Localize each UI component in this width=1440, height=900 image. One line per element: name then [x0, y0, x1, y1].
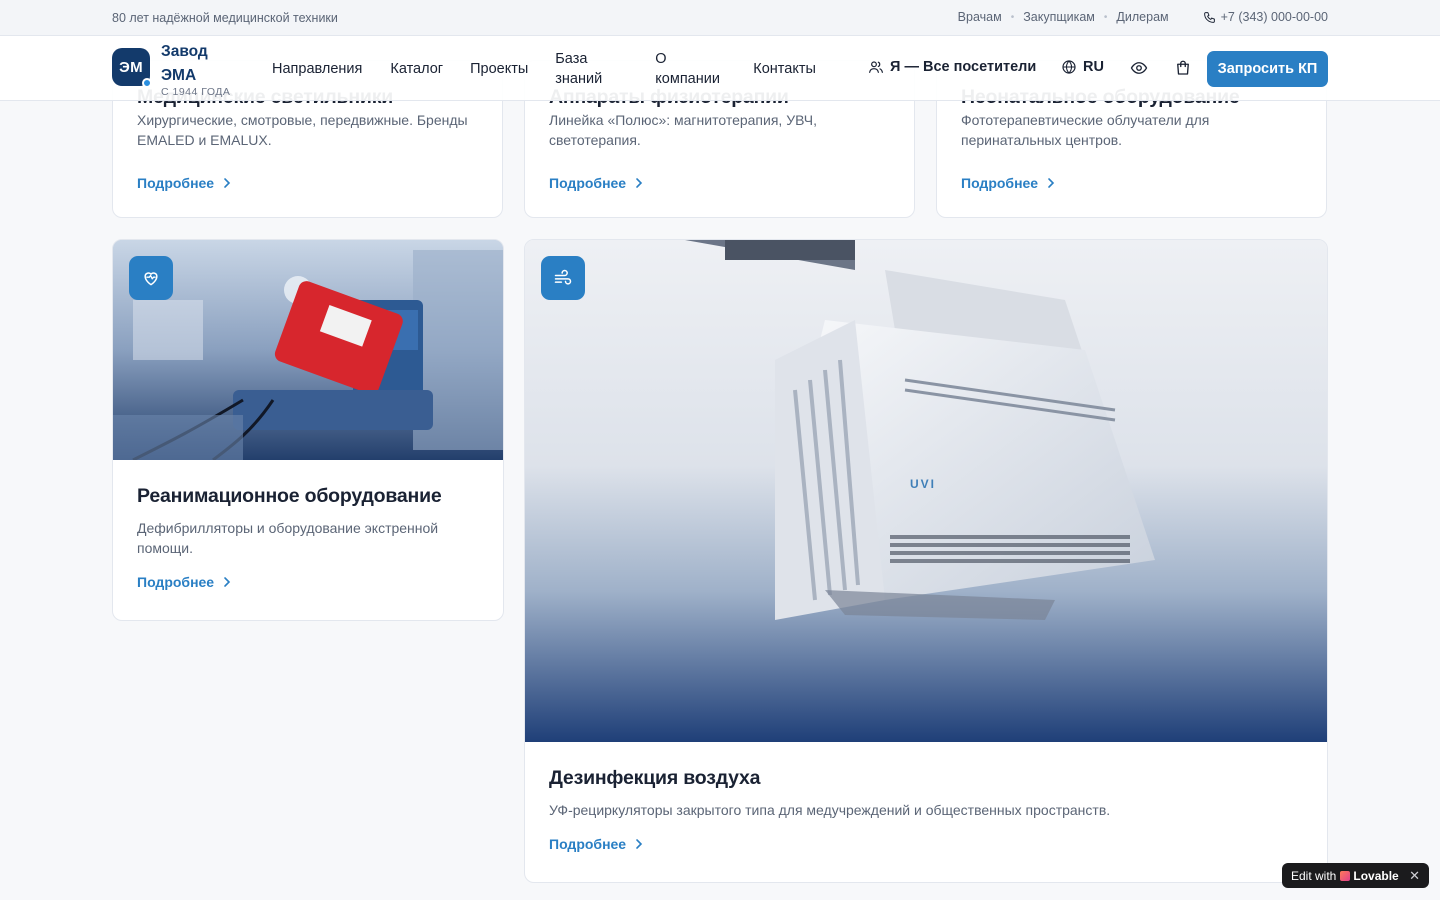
- card-description: УФ-рециркуляторы закрытого типа для меду…: [549, 802, 1111, 818]
- close-icon[interactable]: ✕: [1409, 868, 1420, 884]
- card-title: Дезинфекция воздуха: [549, 767, 761, 789]
- uv-recirculator-image: UVI: [525, 240, 1327, 742]
- nav-projects[interactable]: Проекты: [470, 59, 528, 79]
- wind-icon-badge: [541, 256, 585, 300]
- card-description: Дефибрилляторы и оборудование экстренной…: [137, 520, 439, 556]
- card-description: Фототерапевтические облучатели для перин…: [961, 112, 1210, 148]
- link-dealers[interactable]: Дилерам: [1116, 10, 1168, 24]
- phone-link[interactable]: +7 (343) 000-00-00: [1203, 10, 1328, 24]
- more-link-label: Подробнее: [549, 175, 627, 191]
- language-selector[interactable]: RU: [1061, 59, 1104, 75]
- device-label: UVI: [910, 477, 936, 491]
- request-quote-button[interactable]: Запросить КП: [1207, 51, 1328, 87]
- users-icon: [869, 61, 883, 73]
- language-code: RU: [1083, 59, 1104, 75]
- visitor-selector[interactable]: Я — Все посетители: [868, 59, 1036, 75]
- edit-with-lovable-badge[interactable]: Edit with Lovable ✕: [1282, 863, 1429, 888]
- heart-pulse-icon-badge: [129, 256, 173, 300]
- wind-icon: [554, 269, 572, 285]
- separator-dot: •: [1103, 11, 1108, 23]
- globe-icon: [1062, 60, 1076, 74]
- card-air-disinfection[interactable]: UVI Дезинфекция воздуха УФ-рециркуляторы…: [524, 239, 1328, 883]
- chevron-right-icon: [224, 577, 231, 587]
- phone-number: +7 (343) 000-00-00: [1220, 10, 1328, 24]
- shopping-bag-icon[interactable]: [1174, 59, 1192, 77]
- more-link[interactable]: Подробнее: [137, 175, 233, 191]
- more-link[interactable]: Подробнее: [549, 175, 645, 191]
- heart-pulse-icon: [144, 272, 158, 286]
- card-title: Реанимационное оборудование: [137, 485, 442, 507]
- visitor-label: Я — Все посетители: [890, 59, 1037, 75]
- nav-knowledge-base[interactable]: База знаний: [555, 49, 629, 89]
- brand-name: Завод ЭМА: [161, 43, 208, 84]
- brand[interactable]: Завод ЭМА С 1944 ГОДА: [161, 40, 231, 98]
- link-doctors[interactable]: Врачам: [958, 10, 1002, 24]
- nav-directions[interactable]: Направления: [272, 59, 362, 79]
- card-description: Хирургические, смотровые, передвижные. Б…: [137, 112, 468, 148]
- main-nav: Направления Каталог Проекты База знаний …: [272, 36, 816, 101]
- more-link-label: Подробнее: [549, 836, 627, 852]
- lovable-brand-text: Lovable: [1353, 868, 1399, 883]
- card-description: Линейка «Полюс»: магнитотерапия, УВЧ, св…: [549, 112, 818, 148]
- nav-catalog[interactable]: Каталог: [390, 59, 443, 79]
- more-link-label: Подробнее: [961, 175, 1039, 191]
- link-buyers[interactable]: Закупщикам: [1023, 10, 1095, 24]
- more-link-label: Подробнее: [137, 574, 215, 590]
- chevron-right-icon: [636, 839, 643, 849]
- logo-text: ЭМ: [119, 58, 143, 76]
- more-link-label: Подробнее: [137, 175, 215, 191]
- lovable-logo-icon: [1340, 870, 1351, 881]
- accessibility-eye-icon[interactable]: [1130, 59, 1148, 77]
- chevron-right-icon: [1048, 178, 1055, 188]
- more-link[interactable]: Подробнее: [549, 836, 645, 852]
- lovable-brand: Lovable: [1340, 868, 1399, 883]
- top-info-bar: 80 лет надёжной медицинской техники Врач…: [0, 0, 1440, 36]
- audience-links: Врачам • Закупщикам • Дилерам +7 (343) 0…: [958, 10, 1328, 24]
- chevron-right-icon: [636, 178, 643, 188]
- brand-since: С 1944 ГОДА: [161, 86, 231, 98]
- separator-dot: •: [1010, 11, 1015, 23]
- main-header: ЭМ Завод ЭМА С 1944 ГОДА Направления Кат…: [0, 36, 1440, 101]
- card-resuscitation[interactable]: Реанимационное оборудование Дефибриллято…: [112, 239, 504, 621]
- logo-mark[interactable]: ЭМ: [112, 48, 152, 88]
- more-link[interactable]: Подробнее: [961, 175, 1057, 191]
- nav-contacts[interactable]: Контакты: [753, 59, 816, 79]
- edit-prefix: Edit with: [1291, 868, 1337, 883]
- phone-icon: [1203, 11, 1215, 23]
- nav-about[interactable]: О компании: [655, 49, 729, 89]
- logo-dot: [142, 78, 152, 88]
- more-link[interactable]: Подробнее: [137, 574, 233, 590]
- chevron-right-icon: [224, 178, 231, 188]
- tagline: 80 лет надёжной медицинской техники: [112, 11, 338, 25]
